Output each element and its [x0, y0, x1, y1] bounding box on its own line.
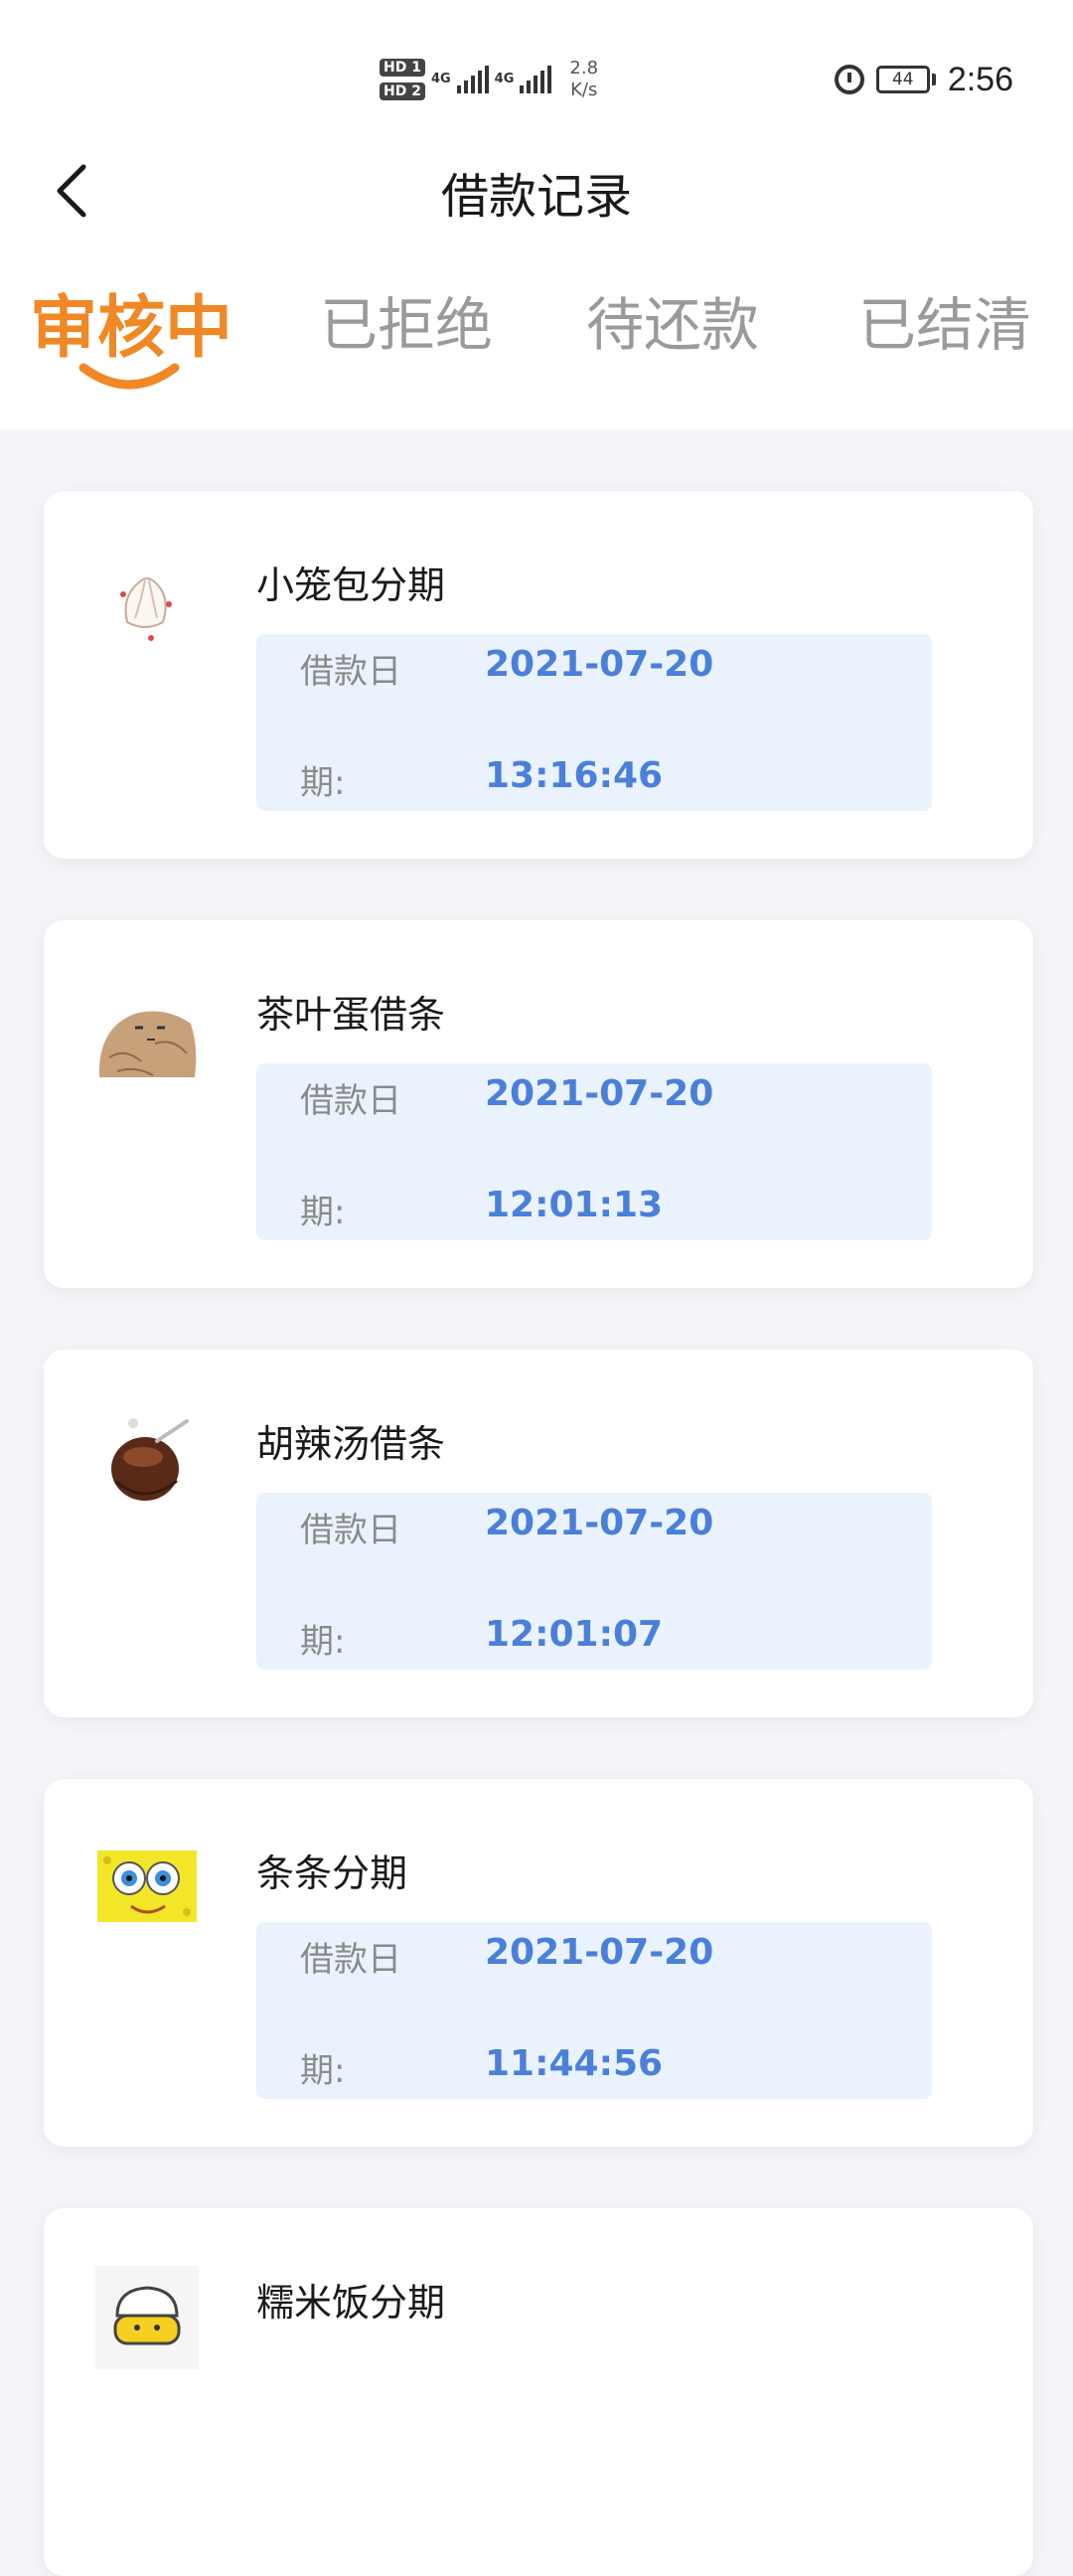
product-name: 小笼包分期 [256, 564, 446, 607]
loan-info-box: 借款日 2021-07-20 期: 12:01:13 [256, 1063, 932, 1240]
loan-info-box: 借款日 2021-07-20 期: 13:16:46 [256, 634, 932, 811]
speed-value: 2.8 [569, 58, 599, 79]
hd1-badge: HD 1 [380, 59, 425, 77]
loan-time-value: 12:01:13 [485, 1185, 664, 1225]
signal-bars-1-icon [456, 66, 489, 93]
network-type-2: 4G [494, 72, 515, 86]
loan-time-value: 11:44:56 [485, 2043, 664, 2084]
battery-level: 44 [875, 66, 930, 93]
tab-rejected[interactable]: 已拒绝 [320, 260, 499, 400]
loan-time-value: 12:01:07 [485, 1614, 664, 1655]
right-status: 44 2:56 [834, 56, 1013, 103]
loan-info-box: 借款日 2021-07-20 期: 12:01:07 [256, 1493, 932, 1670]
speed-unit: K/s [570, 80, 598, 100]
loan-record-card[interactable]: 小笼包分期 借款日 2021-07-20 期: 13:16:46 [44, 491, 1033, 859]
loan-time-value: 13:16:46 [485, 755, 664, 796]
page-title: 借款记录 [440, 169, 632, 225]
period-label: 期: [300, 1622, 346, 1662]
header: 借款记录 [0, 129, 1073, 252]
tab-label: 待还款 [586, 291, 760, 359]
status-tabs: 审核中 已拒绝 待还款 已结清 [0, 260, 1073, 400]
signal-block: HD 1 HD 2 4G 4G 2.8 K/s [380, 52, 598, 107]
loan-date-value: 2021-07-20 [485, 1932, 714, 1973]
tab-label: 已拒绝 [320, 291, 494, 359]
tab-to-repay[interactable]: 待还款 [586, 260, 765, 400]
product-name: 条条分期 [256, 1852, 408, 1895]
alarm-icon [834, 65, 864, 94]
product-name: 茶叶蛋借条 [256, 993, 446, 1037]
active-tab-indicator-icon [78, 363, 180, 390]
loan-date-value: 2021-07-20 [485, 644, 714, 685]
status-bar: HD 1 HD 2 4G 4G 2.8 K/s 44 2:56 [0, 0, 1073, 129]
loan-date-value: 2021-07-20 [485, 1073, 714, 1114]
soup-bowl-icon [95, 1411, 199, 1515]
loan-date-label: 借款日 [300, 1940, 401, 1980]
loan-record-card[interactable]: 糯米饭分期 [44, 2208, 1033, 2576]
tab-label: 审核中 [30, 289, 233, 368]
tab-reviewing[interactable]: 审核中 [30, 260, 248, 400]
signal-bars-2-icon [520, 66, 552, 93]
tab-settled[interactable]: 已结清 [858, 260, 1037, 400]
tab-label: 已结清 [858, 291, 1032, 359]
battery-icon: 44 [875, 66, 936, 93]
period-label: 期: [300, 763, 346, 803]
hd-badges: HD 1 HD 2 [380, 59, 425, 100]
loan-record-card[interactable]: 条条分期 借款日 2021-07-20 期: 11:44:56 [44, 1779, 1033, 2147]
loan-date-value: 2021-07-20 [485, 1503, 714, 1543]
network-type-1: 4G [430, 72, 451, 86]
loan-record-card[interactable]: 胡辣汤借条 借款日 2021-07-20 期: 12:01:07 [44, 1350, 1033, 1717]
loan-date-label: 借款日 [300, 652, 401, 692]
period-label: 期: [300, 2051, 346, 2091]
loan-date-label: 借款日 [300, 1511, 401, 1550]
tea-egg-icon [95, 988, 199, 1091]
loan-info-box: 借款日 2021-07-20 期: 11:44:56 [256, 1922, 932, 2099]
hd2-badge: HD 2 [380, 82, 425, 100]
loan-record-card[interactable]: 茶叶蛋借条 借款日 2021-07-20 期: 12:01:13 [44, 920, 1033, 1288]
steamed-bun-icon [95, 553, 199, 656]
product-name: 胡辣汤借条 [256, 1422, 446, 1466]
network-speed: 2.8 K/s [569, 58, 598, 101]
loan-date-label: 借款日 [300, 1081, 401, 1121]
product-name: 糯米饭分期 [256, 2281, 446, 2325]
rice-bowl-icon [95, 2266, 199, 2369]
sponge-face-icon [95, 1835, 199, 1938]
period-label: 期: [300, 1193, 346, 1232]
clock: 2:56 [947, 60, 1013, 98]
